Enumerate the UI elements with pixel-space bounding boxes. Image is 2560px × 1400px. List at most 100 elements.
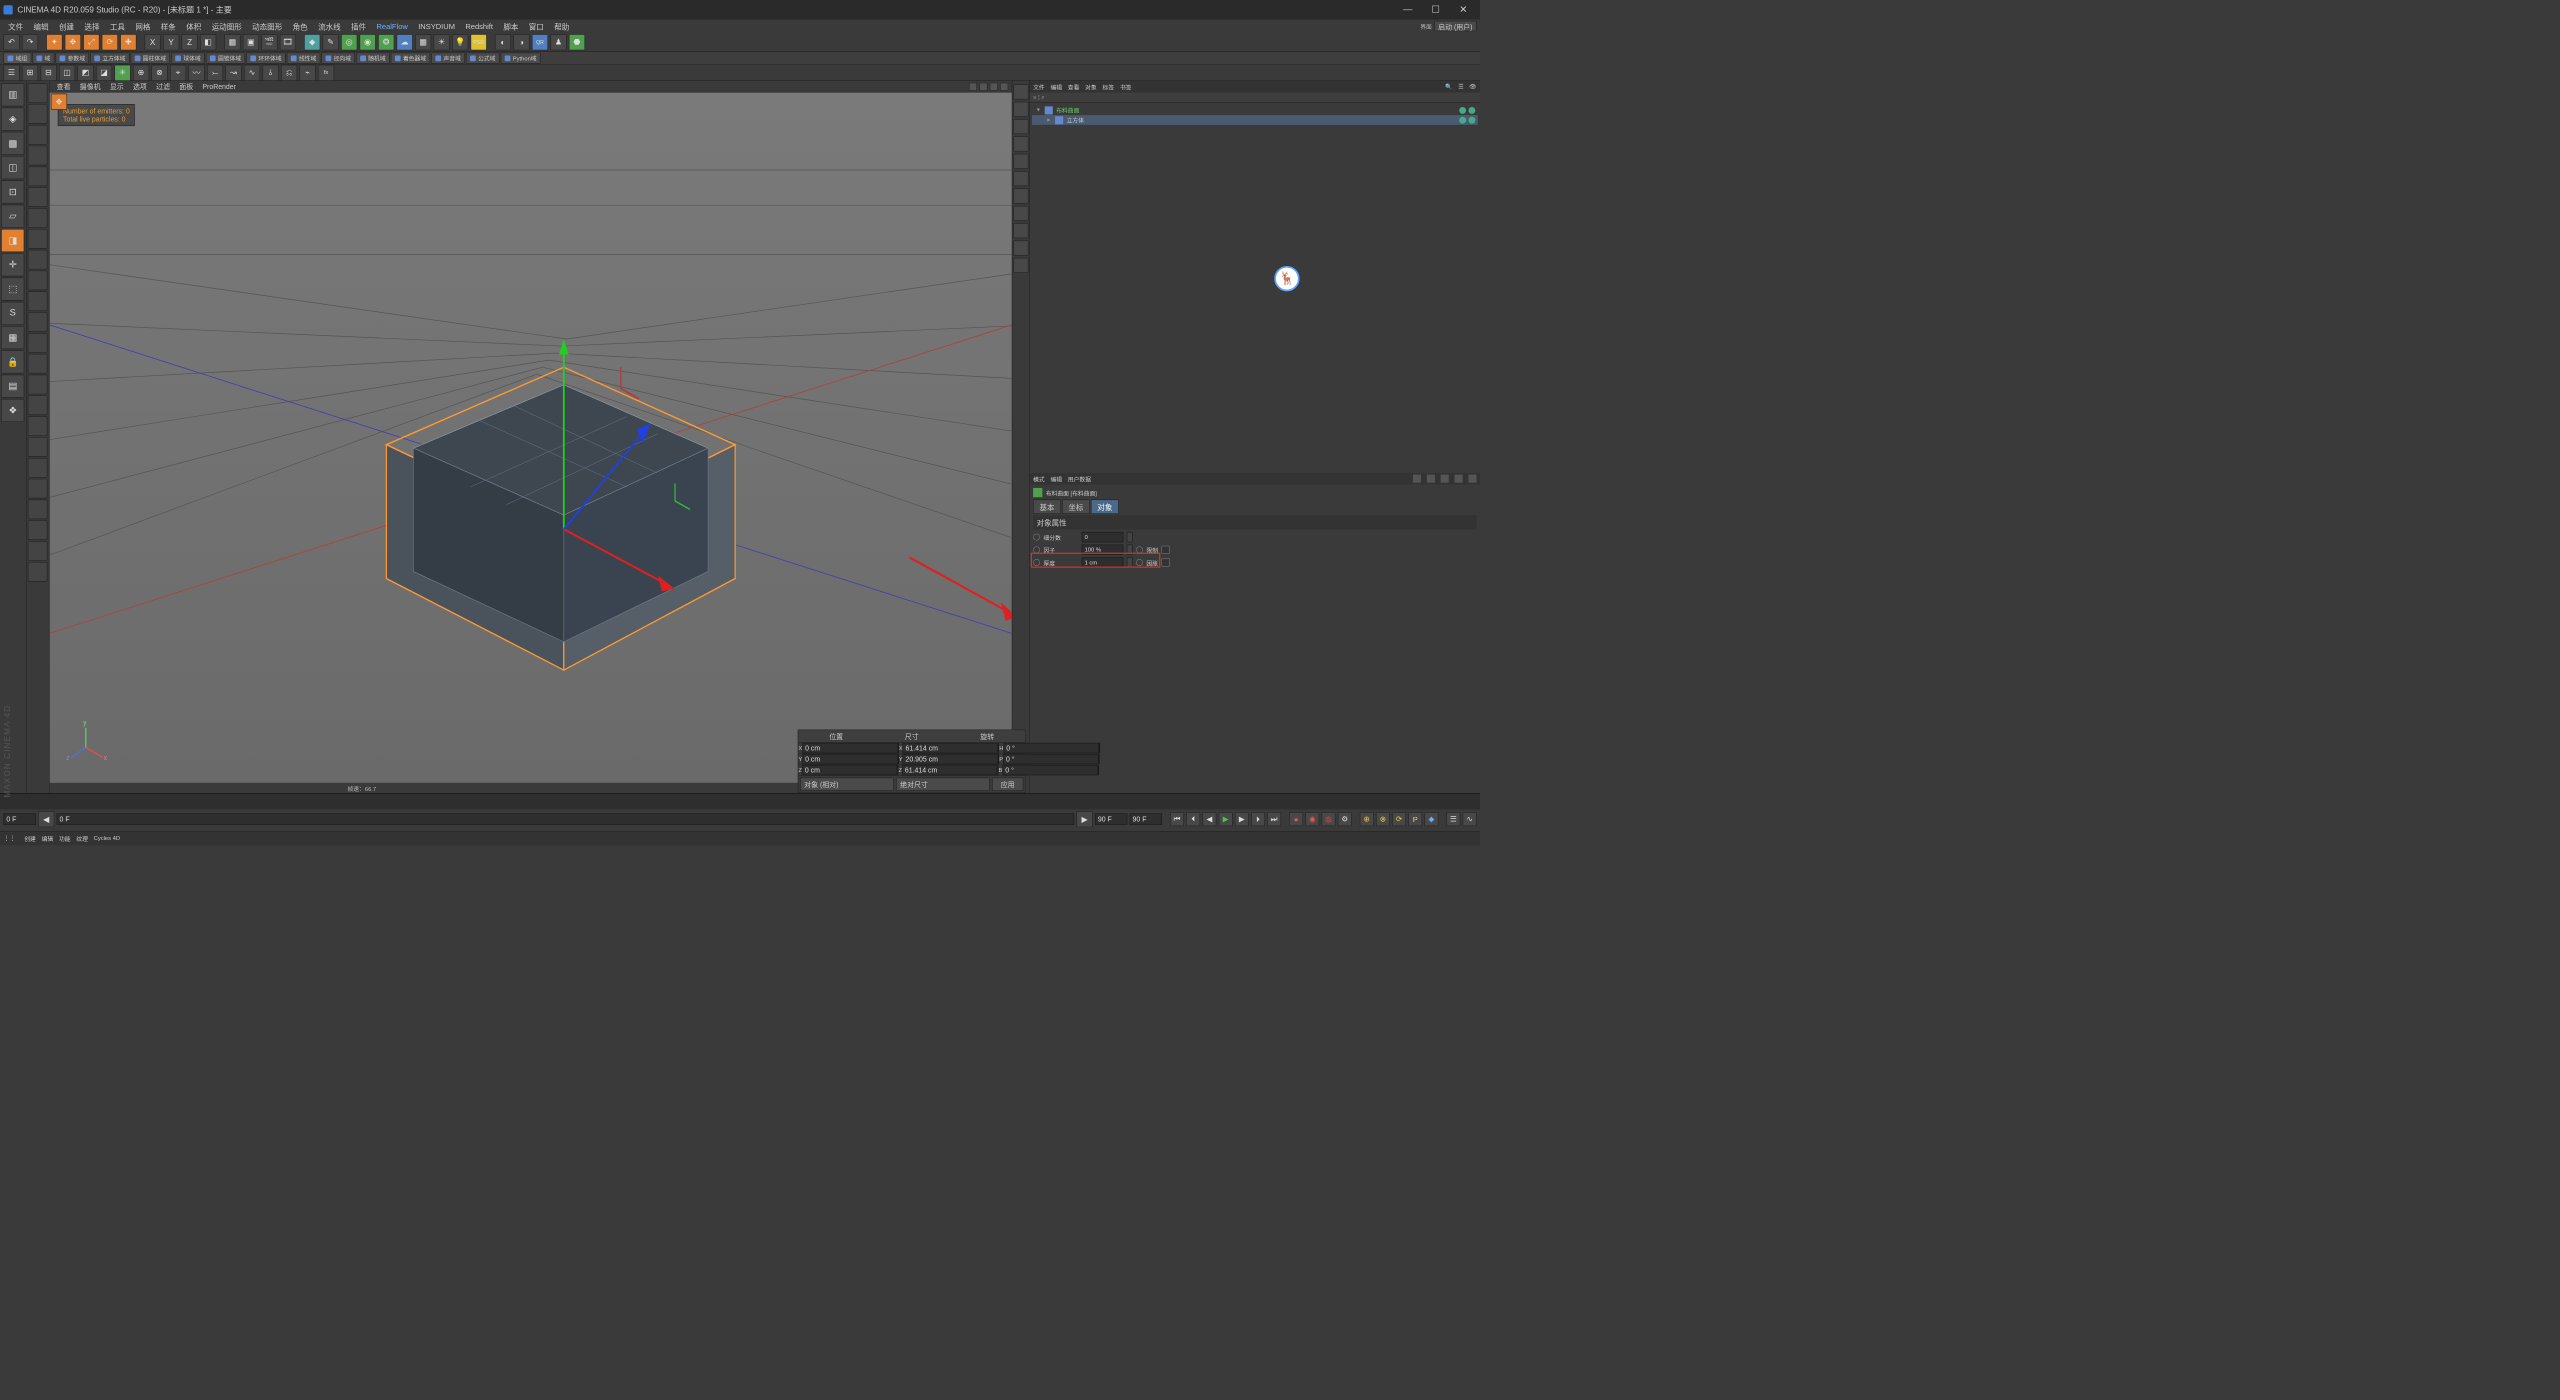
palette-1[interactable]: 域	[32, 53, 54, 64]
om-menu-编辑[interactable]: 编辑	[1050, 82, 1062, 91]
cmd-14[interactable]: ⫰	[262, 64, 278, 80]
om-row-0[interactable]: ▾布料曲面	[1032, 105, 1478, 115]
om-menu-标签[interactable]: 标签	[1102, 82, 1114, 91]
menu-INSYDIUM[interactable]: INSYDIUM	[414, 21, 460, 32]
misc-button[interactable]: ♟	[550, 34, 566, 50]
tl-goto-start[interactable]: ⏮	[1170, 812, 1184, 826]
tl-scale-key[interactable]: ⊗	[1376, 812, 1390, 826]
cmd-3[interactable]: ⊟	[40, 64, 56, 80]
coord-mode-b[interactable]: 绝对尺寸	[896, 778, 990, 791]
scene-button[interactable]: 💡	[452, 34, 468, 50]
tl-record[interactable]: ●	[1289, 812, 1303, 826]
tl-rot-key[interactable]: ⟳	[1392, 812, 1406, 826]
tl-play[interactable]: ▶	[1219, 812, 1233, 826]
coord-rot-spin-Z[interactable]	[1098, 765, 1099, 775]
menu-角色[interactable]: 角色	[288, 19, 312, 32]
attr-nav-up[interactable]	[1427, 475, 1435, 483]
menu-Redshift[interactable]: Redshift	[461, 21, 498, 32]
tl-play-back[interactable]: ◀	[1203, 812, 1217, 826]
coord-mode-a[interactable]: 对象 (相对)	[800, 778, 894, 791]
light-button[interactable]: ☀	[434, 34, 450, 50]
cmd-7[interactable]: ⊕	[133, 64, 149, 80]
rt-6[interactable]	[1013, 171, 1028, 186]
vp-menu-过滤[interactable]: 过滤	[153, 81, 174, 92]
tl-pos-key[interactable]: ⊕	[1360, 812, 1374, 826]
snap-button[interactable]: ⬚	[1, 278, 24, 301]
attr-menu-模式[interactable]: 模式	[1033, 474, 1045, 483]
tl-next-key[interactable]: ⏵	[1251, 812, 1265, 826]
lt2-16[interactable]	[28, 395, 48, 415]
redo-button[interactable]: ↷	[22, 34, 38, 50]
timeline-end-field-b[interactable]	[1130, 813, 1162, 825]
lt2-9[interactable]	[28, 250, 48, 270]
model-mode-button[interactable]: ◈	[1, 108, 24, 131]
qr-button[interactable]: QR	[532, 34, 548, 50]
cmd-16[interactable]: ⌁	[299, 64, 315, 80]
om-menu-书签[interactable]: 书签	[1120, 82, 1132, 91]
render-region-button[interactable]: ▣	[243, 34, 259, 50]
lt2-17[interactable]	[28, 416, 48, 436]
coord-rot-spin-X[interactable]	[1099, 743, 1100, 753]
rt-10[interactable]	[1013, 241, 1028, 256]
lt2-20[interactable]	[28, 479, 48, 499]
viewport[interactable]: x y z Number of emitters: 0 Total live p…	[50, 93, 1012, 783]
cmd-11[interactable]: ⤚	[207, 64, 223, 80]
rt-11[interactable]	[1013, 258, 1028, 273]
lt2-18[interactable]	[28, 437, 48, 457]
maximize-button[interactable]: ☐	[1422, 1, 1449, 18]
tl-range-left[interactable]: ◀	[38, 811, 54, 827]
attr-spinner-0[interactable]	[1127, 532, 1133, 542]
vp-menu-查看[interactable]: 查看	[53, 81, 74, 92]
vp-icon-4[interactable]	[1000, 82, 1008, 90]
timeline-start-field[interactable]	[3, 813, 35, 825]
tl-pla-key[interactable]: ◆	[1425, 812, 1439, 826]
om-col-icons[interactable]: ≡ ¦ ⌕	[1033, 94, 1044, 100]
coord-rot-X[interactable]	[1003, 743, 1098, 753]
poly-mode-button[interactable]: ◨	[1, 229, 24, 252]
camera-button[interactable]: ▦	[415, 34, 431, 50]
lt2-15[interactable]	[28, 375, 48, 395]
timeline-current-field[interactable]	[57, 813, 1075, 825]
om-menu-查看[interactable]: 查看	[1068, 82, 1080, 91]
coord-rot-Y[interactable]	[1003, 754, 1098, 764]
rt-1[interactable]	[1013, 84, 1028, 99]
vp-menu-ProRender[interactable]: ProRender	[199, 82, 239, 91]
attr-nav-next[interactable]	[1441, 475, 1449, 483]
vis-render-dot[interactable]	[1468, 116, 1475, 123]
rf2-button[interactable]: ◑	[513, 34, 529, 50]
om-filter-icon[interactable]: ☰	[1458, 84, 1463, 90]
attr-field-0[interactable]	[1082, 532, 1124, 542]
rotate-button[interactable]: ⟳	[102, 34, 118, 50]
lt2-6[interactable]	[28, 187, 48, 207]
coord-size-Z[interactable]	[902, 765, 997, 775]
rf-button[interactable]: ◐	[495, 34, 511, 50]
om-menu-文件[interactable]: 文件	[1033, 82, 1045, 91]
palette-0[interactable]: 域组	[3, 53, 31, 64]
lt2-1[interactable]	[28, 83, 48, 103]
menu-流水线[interactable]: 流水线	[313, 19, 345, 32]
attr-check-2[interactable]	[1161, 558, 1169, 566]
rt-2[interactable]	[1013, 102, 1028, 117]
tl-param-key[interactable]: P	[1408, 812, 1422, 826]
cmd-5[interactable]: ◩	[77, 64, 93, 80]
make-editable-button[interactable]: ▥	[1, 83, 24, 106]
attr-spinner-1[interactable]	[1127, 545, 1133, 555]
menu-网格[interactable]: 网格	[131, 19, 155, 32]
locked-button[interactable]: 🔒	[1, 350, 24, 373]
lt2-23[interactable]	[28, 541, 48, 561]
generator2-button[interactable]: ◉	[360, 34, 376, 50]
render-settings-button[interactable]: 🎞	[280, 34, 296, 50]
om-view-icon[interactable]: 👁	[1469, 84, 1476, 90]
palette-6[interactable]: 圆锥体域	[206, 53, 245, 64]
bottom-tab-纹理[interactable]: 纹理	[76, 834, 88, 843]
lt2-13[interactable]	[28, 333, 48, 353]
attr-menu-用户数据[interactable]: 用户数据	[1068, 474, 1091, 483]
menu-帮助[interactable]: 帮助	[550, 19, 574, 32]
tl-range-right[interactable]: ▶	[1076, 811, 1092, 827]
attr-new-icon[interactable]	[1468, 475, 1476, 483]
layout-select[interactable]: 启动 (用户)	[1434, 21, 1476, 31]
lt2-24[interactable]	[28, 562, 48, 582]
lt2-12[interactable]	[28, 312, 48, 332]
lt2-22[interactable]	[28, 520, 48, 540]
render-pv-button[interactable]: 🎬	[261, 34, 277, 50]
